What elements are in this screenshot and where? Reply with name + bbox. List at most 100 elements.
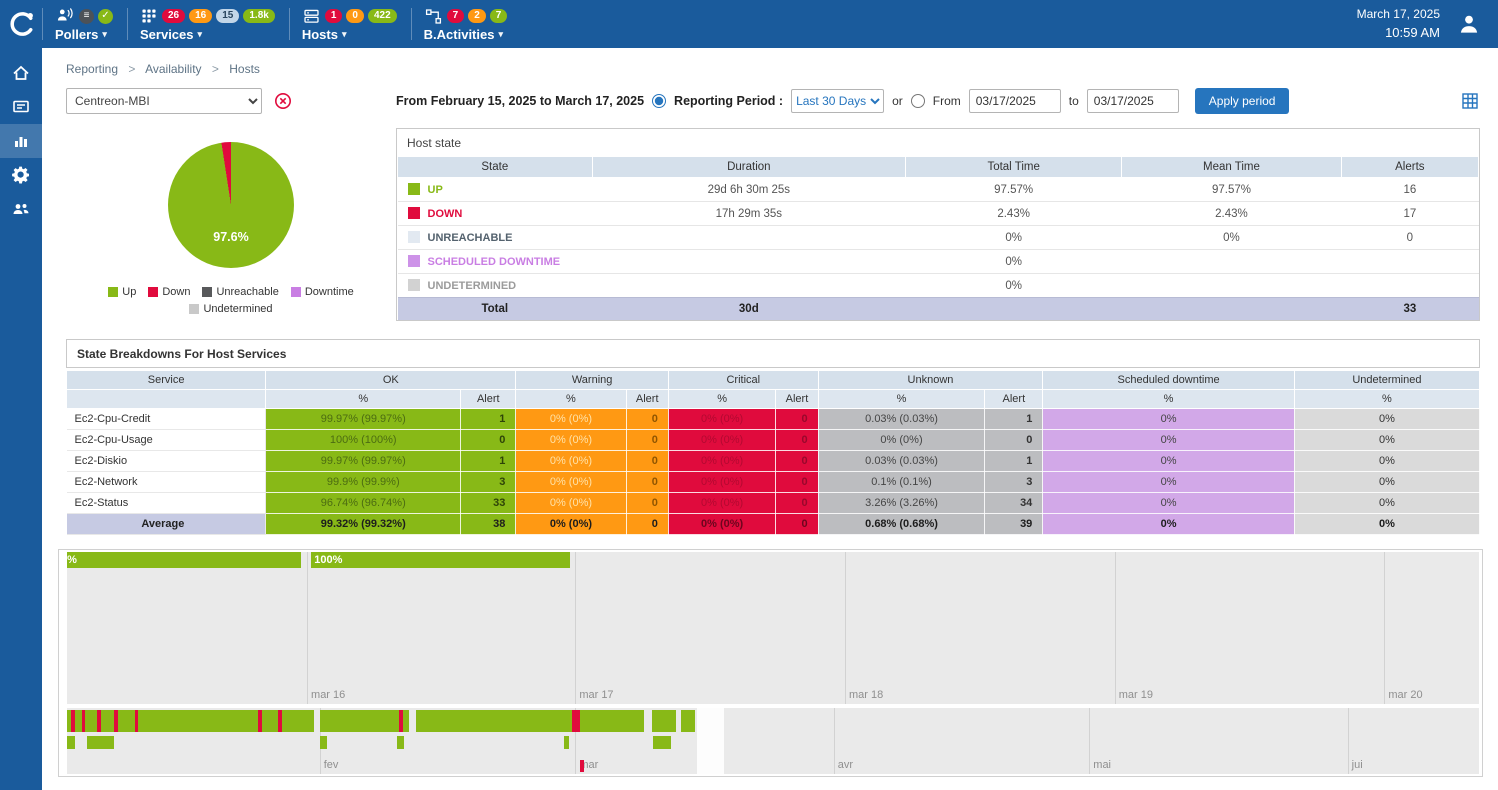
period-range-text: From February 15, 2025 to March 17, 2025 xyxy=(396,94,644,108)
from-date-input[interactable] xyxy=(969,89,1061,113)
host-state-row-down: DOWN 17h 29m 35s 2.43% 2.43% 17 xyxy=(398,202,1479,226)
critical-alert-cell: 0 xyxy=(776,430,818,451)
axis-label: mar 16 xyxy=(311,689,345,701)
user-menu[interactable] xyxy=(1456,11,1482,37)
sidebar-item-configuration[interactable] xyxy=(0,158,42,192)
ba-critical-badge[interactable]: 7 xyxy=(447,9,465,23)
duration-cell xyxy=(592,250,905,274)
host-state-row-up: UP 29d 6h 30m 25s 97.57% 97.57% 16 xyxy=(398,178,1479,202)
total-time-cell: 97.57% xyxy=(906,178,1122,202)
business-activities-icon xyxy=(424,7,443,26)
apply-period-button[interactable]: Apply period xyxy=(1195,88,1290,114)
service-cell[interactable]: Ec2-Status xyxy=(67,493,266,514)
state-label: UP xyxy=(428,184,443,196)
current-date-marker xyxy=(580,760,584,772)
centreon-logo[interactable] xyxy=(0,0,42,48)
warning-alert-cell: 0 xyxy=(626,409,668,430)
poller-ok-badge[interactable]: ✓ xyxy=(98,9,113,24)
to-date-input[interactable] xyxy=(1087,89,1179,113)
mean-time-cell xyxy=(1122,250,1341,274)
host-select[interactable]: Centreon-MBI xyxy=(66,88,262,114)
table-row: Ec2-Cpu-Usage 100% (100%) 0 0% (0%) 0 0%… xyxy=(67,430,1480,451)
from-label: From xyxy=(933,94,961,108)
timeline-segment xyxy=(138,710,257,732)
hosts-down-badge[interactable]: 1 xyxy=(325,9,343,23)
services-ok-badge[interactable]: 1.8k xyxy=(243,9,274,23)
critical-pct-cell: 0% (0%) xyxy=(668,451,775,472)
menu-pollers[interactable]: ≡ ✓ Pollers▾ xyxy=(43,3,127,45)
chevron-down-icon: ▾ xyxy=(102,29,107,40)
export-report-icon[interactable] xyxy=(1460,91,1480,111)
table-row: Ec2-Status 96.74% (96.74%) 33 0% (0%) 0 … xyxy=(67,493,1480,514)
filter-row: Centreon-MBI From February 15, 2025 to M… xyxy=(66,88,1480,114)
services-pending-badge[interactable]: 15 xyxy=(216,9,239,23)
breadcrumb-reporting[interactable]: Reporting xyxy=(66,62,118,76)
legend-swatch xyxy=(108,287,118,297)
timeline-selection[interactable] xyxy=(697,708,724,774)
table-row: Ec2-Cpu-Credit 99.97% (99.97%) 1 0% (0%)… xyxy=(67,409,1480,430)
mean-time-cell: 97.57% xyxy=(1122,178,1341,202)
sub-header: Alert xyxy=(776,390,818,409)
unknown-pct-cell: 0.68% (0.68%) xyxy=(818,514,985,535)
current-time: 10:59 AM xyxy=(1357,23,1440,43)
host-state-table: State Duration Total Time Mean Time Aler… xyxy=(397,156,1479,320)
state-swatch xyxy=(408,279,420,291)
sidebar-item-monitoring[interactable] xyxy=(0,90,42,124)
total-time-cell: 2.43% xyxy=(906,202,1122,226)
service-cell[interactable]: Ec2-Network xyxy=(67,472,266,493)
hosts-unreachable-badge[interactable]: 0 xyxy=(346,9,364,23)
group-header-critical: Critical xyxy=(668,371,818,390)
sidebar-item-reporting[interactable] xyxy=(0,124,42,158)
sub-header: Alert xyxy=(626,390,668,409)
poller-list-badge[interactable]: ≡ xyxy=(79,9,94,24)
column-header-alerts: Alerts xyxy=(1341,157,1478,178)
hosts-up-badge[interactable]: 422 xyxy=(368,9,397,23)
menu-hosts-label: Hosts xyxy=(302,27,338,42)
services-critical-badge[interactable]: 26 xyxy=(162,9,185,23)
service-cell[interactable]: Ec2-Diskio xyxy=(67,451,266,472)
sidebar-item-home[interactable] xyxy=(0,56,42,90)
sidebar-item-administration[interactable] xyxy=(0,192,42,226)
alerts-cell xyxy=(1341,274,1478,298)
alerts-cell: 16 xyxy=(1341,178,1478,202)
availability-bar: 100% xyxy=(311,552,569,568)
axis-label: fev xyxy=(324,759,339,771)
undetermined-pct-cell: 0% xyxy=(1294,430,1479,451)
service-cell[interactable]: Ec2-Cpu-Credit xyxy=(67,409,266,430)
gridline xyxy=(307,552,308,704)
ok-alert-cell: 3 xyxy=(461,472,516,493)
breakdown-title: State Breakdowns For Host Services xyxy=(67,340,1479,367)
services-warning-badge[interactable]: 16 xyxy=(189,9,212,23)
legend-label: Up xyxy=(122,286,136,298)
sub-header-empty xyxy=(67,390,266,409)
menu-services[interactable]: 26 16 15 1.8k Services▾ xyxy=(128,3,289,45)
reporting-period-radio[interactable] xyxy=(652,94,666,108)
group-header-unknown: Unknown xyxy=(818,371,1043,390)
timeline-overview-plot[interactable]: fevmaravrmaijui xyxy=(67,708,1479,774)
hosts-icon xyxy=(302,7,321,26)
group-header-warning: Warning xyxy=(516,371,669,390)
breakdown-sub-header-row: % Alert % Alert % Alert % Alert % % xyxy=(67,390,1480,409)
breadcrumb-availability[interactable]: Availability xyxy=(145,62,201,76)
menu-hosts[interactable]: 1 0 422 Hosts▾ xyxy=(290,3,411,45)
clear-host-icon[interactable] xyxy=(274,92,292,110)
menu-bactivities[interactable]: 7 2 7 B.Activities▾ xyxy=(412,3,522,45)
breadcrumb-hosts[interactable]: Hosts xyxy=(229,62,260,76)
total-alerts: 33 xyxy=(1341,298,1478,321)
custom-period-radio[interactable] xyxy=(911,94,925,108)
legend-label: Downtime xyxy=(305,286,354,298)
service-cell[interactable]: Ec2-Cpu-Usage xyxy=(67,430,266,451)
host-state-total-row: Total 30d 33 xyxy=(398,298,1479,321)
column-header-state: State xyxy=(398,157,593,178)
timeline-segment xyxy=(262,710,278,732)
reporting-period-select[interactable]: Last 30 Days xyxy=(791,89,884,113)
mean-time-cell: 2.43% xyxy=(1122,202,1341,226)
reporting-period-label: Reporting Period : xyxy=(674,94,783,108)
group-header-ok: OK xyxy=(266,371,516,390)
downtime-pct-cell: 0% xyxy=(1043,430,1295,451)
timeline-segment xyxy=(397,736,403,749)
ba-ok-badge[interactable]: 7 xyxy=(490,9,508,23)
timeline-segment xyxy=(416,710,573,732)
group-header-downtime: Scheduled downtime xyxy=(1043,371,1295,390)
ba-warning-badge[interactable]: 2 xyxy=(468,9,486,23)
